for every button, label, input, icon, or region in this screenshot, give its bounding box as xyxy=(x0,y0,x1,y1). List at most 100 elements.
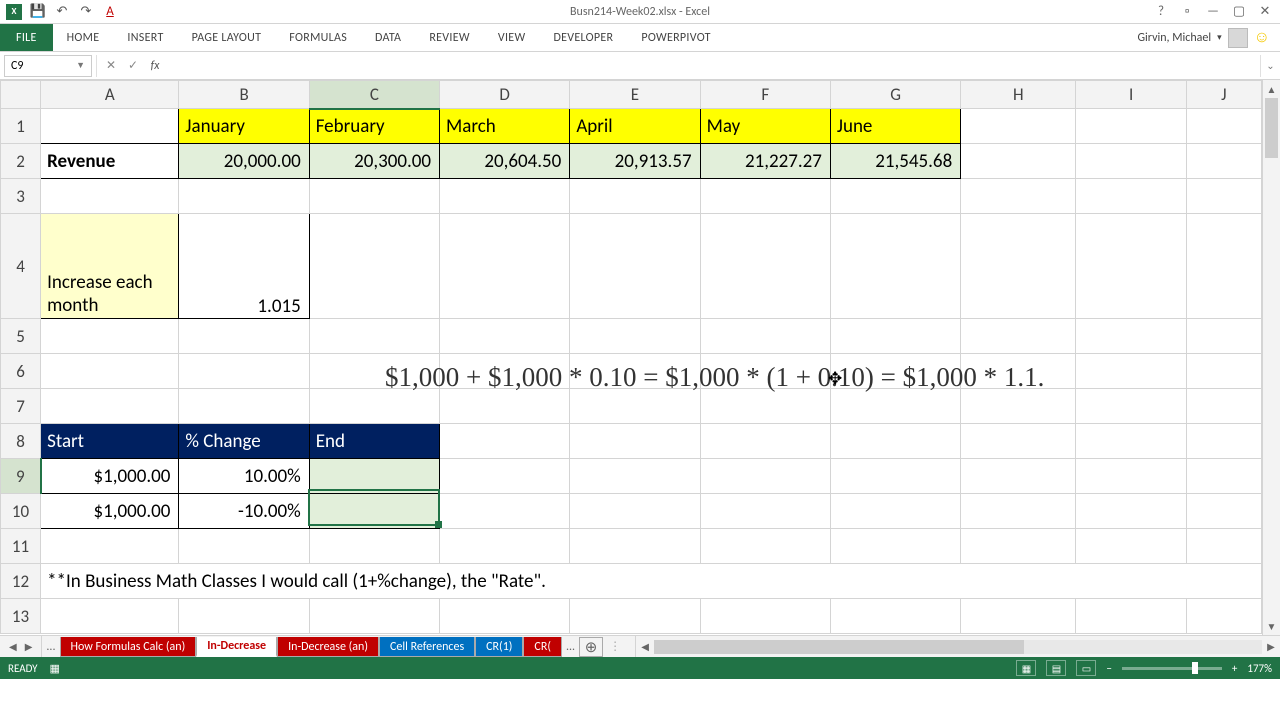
sheet-tab-5[interactable]: CR( xyxy=(523,637,562,657)
sheet-tab-2[interactable]: In-Decrease (an) xyxy=(277,637,379,657)
cell-H8[interactable] xyxy=(961,424,1076,459)
scroll-up-icon[interactable]: ▲ xyxy=(1263,80,1280,98)
cell-E5[interactable] xyxy=(570,319,700,354)
cell-A5[interactable] xyxy=(41,319,179,354)
cell-H5[interactable] xyxy=(961,319,1076,354)
tab-view[interactable]: VIEW xyxy=(484,24,540,51)
row-header-3[interactable]: 3 xyxy=(1,179,41,214)
cell-I8[interactable] xyxy=(1076,424,1186,459)
cell-C8[interactable]: End xyxy=(309,424,439,459)
cell-A3[interactable] xyxy=(41,179,179,214)
cell-I5[interactable] xyxy=(1076,319,1186,354)
zoom-in-icon[interactable]: + xyxy=(1232,662,1237,675)
cell-E8[interactable] xyxy=(570,424,700,459)
cell-H10[interactable] xyxy=(961,494,1076,529)
name-box[interactable]: C9 ▼ xyxy=(4,55,92,77)
formula-expand-icon[interactable]: ⌄ xyxy=(1260,55,1280,77)
macro-record-icon[interactable]: ▦ xyxy=(50,662,60,675)
cell-C2[interactable]: 20,300.00 xyxy=(309,144,439,179)
row-header-9[interactable]: 9 xyxy=(1,459,41,494)
cell-A9[interactable]: $1,000.00 xyxy=(41,459,179,494)
col-header-E[interactable]: E xyxy=(570,81,700,109)
cell-A12[interactable]: **In Business Math Classes I would call … xyxy=(41,564,1262,599)
cell-A2[interactable]: Revenue xyxy=(41,144,179,179)
cell-E7[interactable] xyxy=(570,389,700,424)
cell-J11[interactable] xyxy=(1186,529,1261,564)
cell-A6[interactable] xyxy=(41,354,179,389)
zoom-out-icon[interactable]: − xyxy=(1106,662,1111,675)
cell-I2[interactable] xyxy=(1076,144,1186,179)
row-header-8[interactable]: 8 xyxy=(1,424,41,459)
row-header-4[interactable]: 4 xyxy=(1,214,41,319)
chevron-down-icon[interactable]: ▼ xyxy=(76,60,85,71)
fx-icon[interactable]: fx xyxy=(147,59,163,73)
col-header-H[interactable]: H xyxy=(961,81,1076,109)
col-header-A[interactable]: A xyxy=(41,81,179,109)
sheet-nav-prev-icon[interactable]: ◀ xyxy=(6,640,20,653)
cell-B7[interactable] xyxy=(179,389,309,424)
cell-E1[interactable]: April xyxy=(570,109,700,144)
cell-J8[interactable] xyxy=(1186,424,1261,459)
cell-B2[interactable]: 20,000.00 xyxy=(179,144,309,179)
view-page-layout-icon[interactable]: ▤ xyxy=(1046,660,1066,676)
cell-D9[interactable] xyxy=(440,459,570,494)
new-sheet-button[interactable]: ⊕ xyxy=(579,637,603,657)
maximize-icon[interactable]: ▢ xyxy=(1230,4,1248,19)
cell-I11[interactable] xyxy=(1076,529,1186,564)
cell-F8[interactable] xyxy=(700,424,830,459)
cell-D11[interactable] xyxy=(440,529,570,564)
cell-J4[interactable] xyxy=(1186,214,1261,319)
cell-A7[interactable] xyxy=(41,389,179,424)
col-header-D[interactable]: D xyxy=(440,81,570,109)
sheet-nav-dots2[interactable]: ... xyxy=(562,636,579,657)
tab-page-layout[interactable]: PAGE LAYOUT xyxy=(178,24,276,51)
row-header-11[interactable]: 11 xyxy=(1,529,41,564)
cell-D3[interactable] xyxy=(440,179,570,214)
cell-H2[interactable] xyxy=(961,144,1076,179)
cell-H7[interactable] xyxy=(961,389,1076,424)
cell-B11[interactable] xyxy=(179,529,309,564)
cell-D2[interactable]: 20,604.50 xyxy=(440,144,570,179)
horizontal-scrollbar[interactable]: ◀ ▶ xyxy=(635,636,1280,657)
sheet-tab-3[interactable]: Cell References xyxy=(379,637,475,657)
cell-C11[interactable] xyxy=(309,529,439,564)
cell-J7[interactable] xyxy=(1186,389,1261,424)
cell-H9[interactable] xyxy=(961,459,1076,494)
view-normal-icon[interactable]: ▦ xyxy=(1016,660,1036,676)
cell-E3[interactable] xyxy=(570,179,700,214)
cell-J1[interactable] xyxy=(1186,109,1261,144)
cell-A13[interactable] xyxy=(41,599,179,634)
cell-I1[interactable] xyxy=(1076,109,1186,144)
close-icon[interactable]: ✕ xyxy=(1256,4,1274,19)
cell-G5[interactable] xyxy=(830,319,960,354)
cell-G9[interactable] xyxy=(830,459,960,494)
cell-F4[interactable] xyxy=(700,214,830,319)
cell-F1[interactable]: May xyxy=(700,109,830,144)
cell-B8[interactable]: % Change xyxy=(179,424,309,459)
cell-J6[interactable] xyxy=(1186,354,1261,389)
view-page-break-icon[interactable]: ▭ xyxy=(1076,660,1096,676)
cell-C5[interactable] xyxy=(309,319,439,354)
cell-A10[interactable]: $1,000.00 xyxy=(41,494,179,529)
cell-J2[interactable] xyxy=(1186,144,1261,179)
col-header-F[interactable]: F xyxy=(700,81,830,109)
save-icon[interactable]: 💾 xyxy=(30,4,46,20)
cell-C4[interactable] xyxy=(309,214,439,319)
row-header-6[interactable]: 6 xyxy=(1,354,41,389)
col-header-I[interactable]: I xyxy=(1076,81,1186,109)
col-header-J[interactable]: J xyxy=(1186,81,1261,109)
cell-F2[interactable]: 21,227.27 xyxy=(700,144,830,179)
cell-A1[interactable] xyxy=(41,109,179,144)
cell-F11[interactable] xyxy=(700,529,830,564)
cell-B1[interactable]: January xyxy=(179,109,309,144)
row-header-7[interactable]: 7 xyxy=(1,389,41,424)
cell-G3[interactable] xyxy=(830,179,960,214)
tab-file[interactable]: FILE xyxy=(0,24,53,51)
redo-icon[interactable]: ↷ xyxy=(78,4,94,20)
tab-review[interactable]: REVIEW xyxy=(415,24,484,51)
cell-F10[interactable] xyxy=(700,494,830,529)
tab-formulas[interactable]: FORMULAS xyxy=(275,24,361,51)
cell-D7[interactable] xyxy=(440,389,570,424)
row-header-12[interactable]: 12 xyxy=(1,564,41,599)
help-icon[interactable]: ? xyxy=(1152,4,1170,19)
